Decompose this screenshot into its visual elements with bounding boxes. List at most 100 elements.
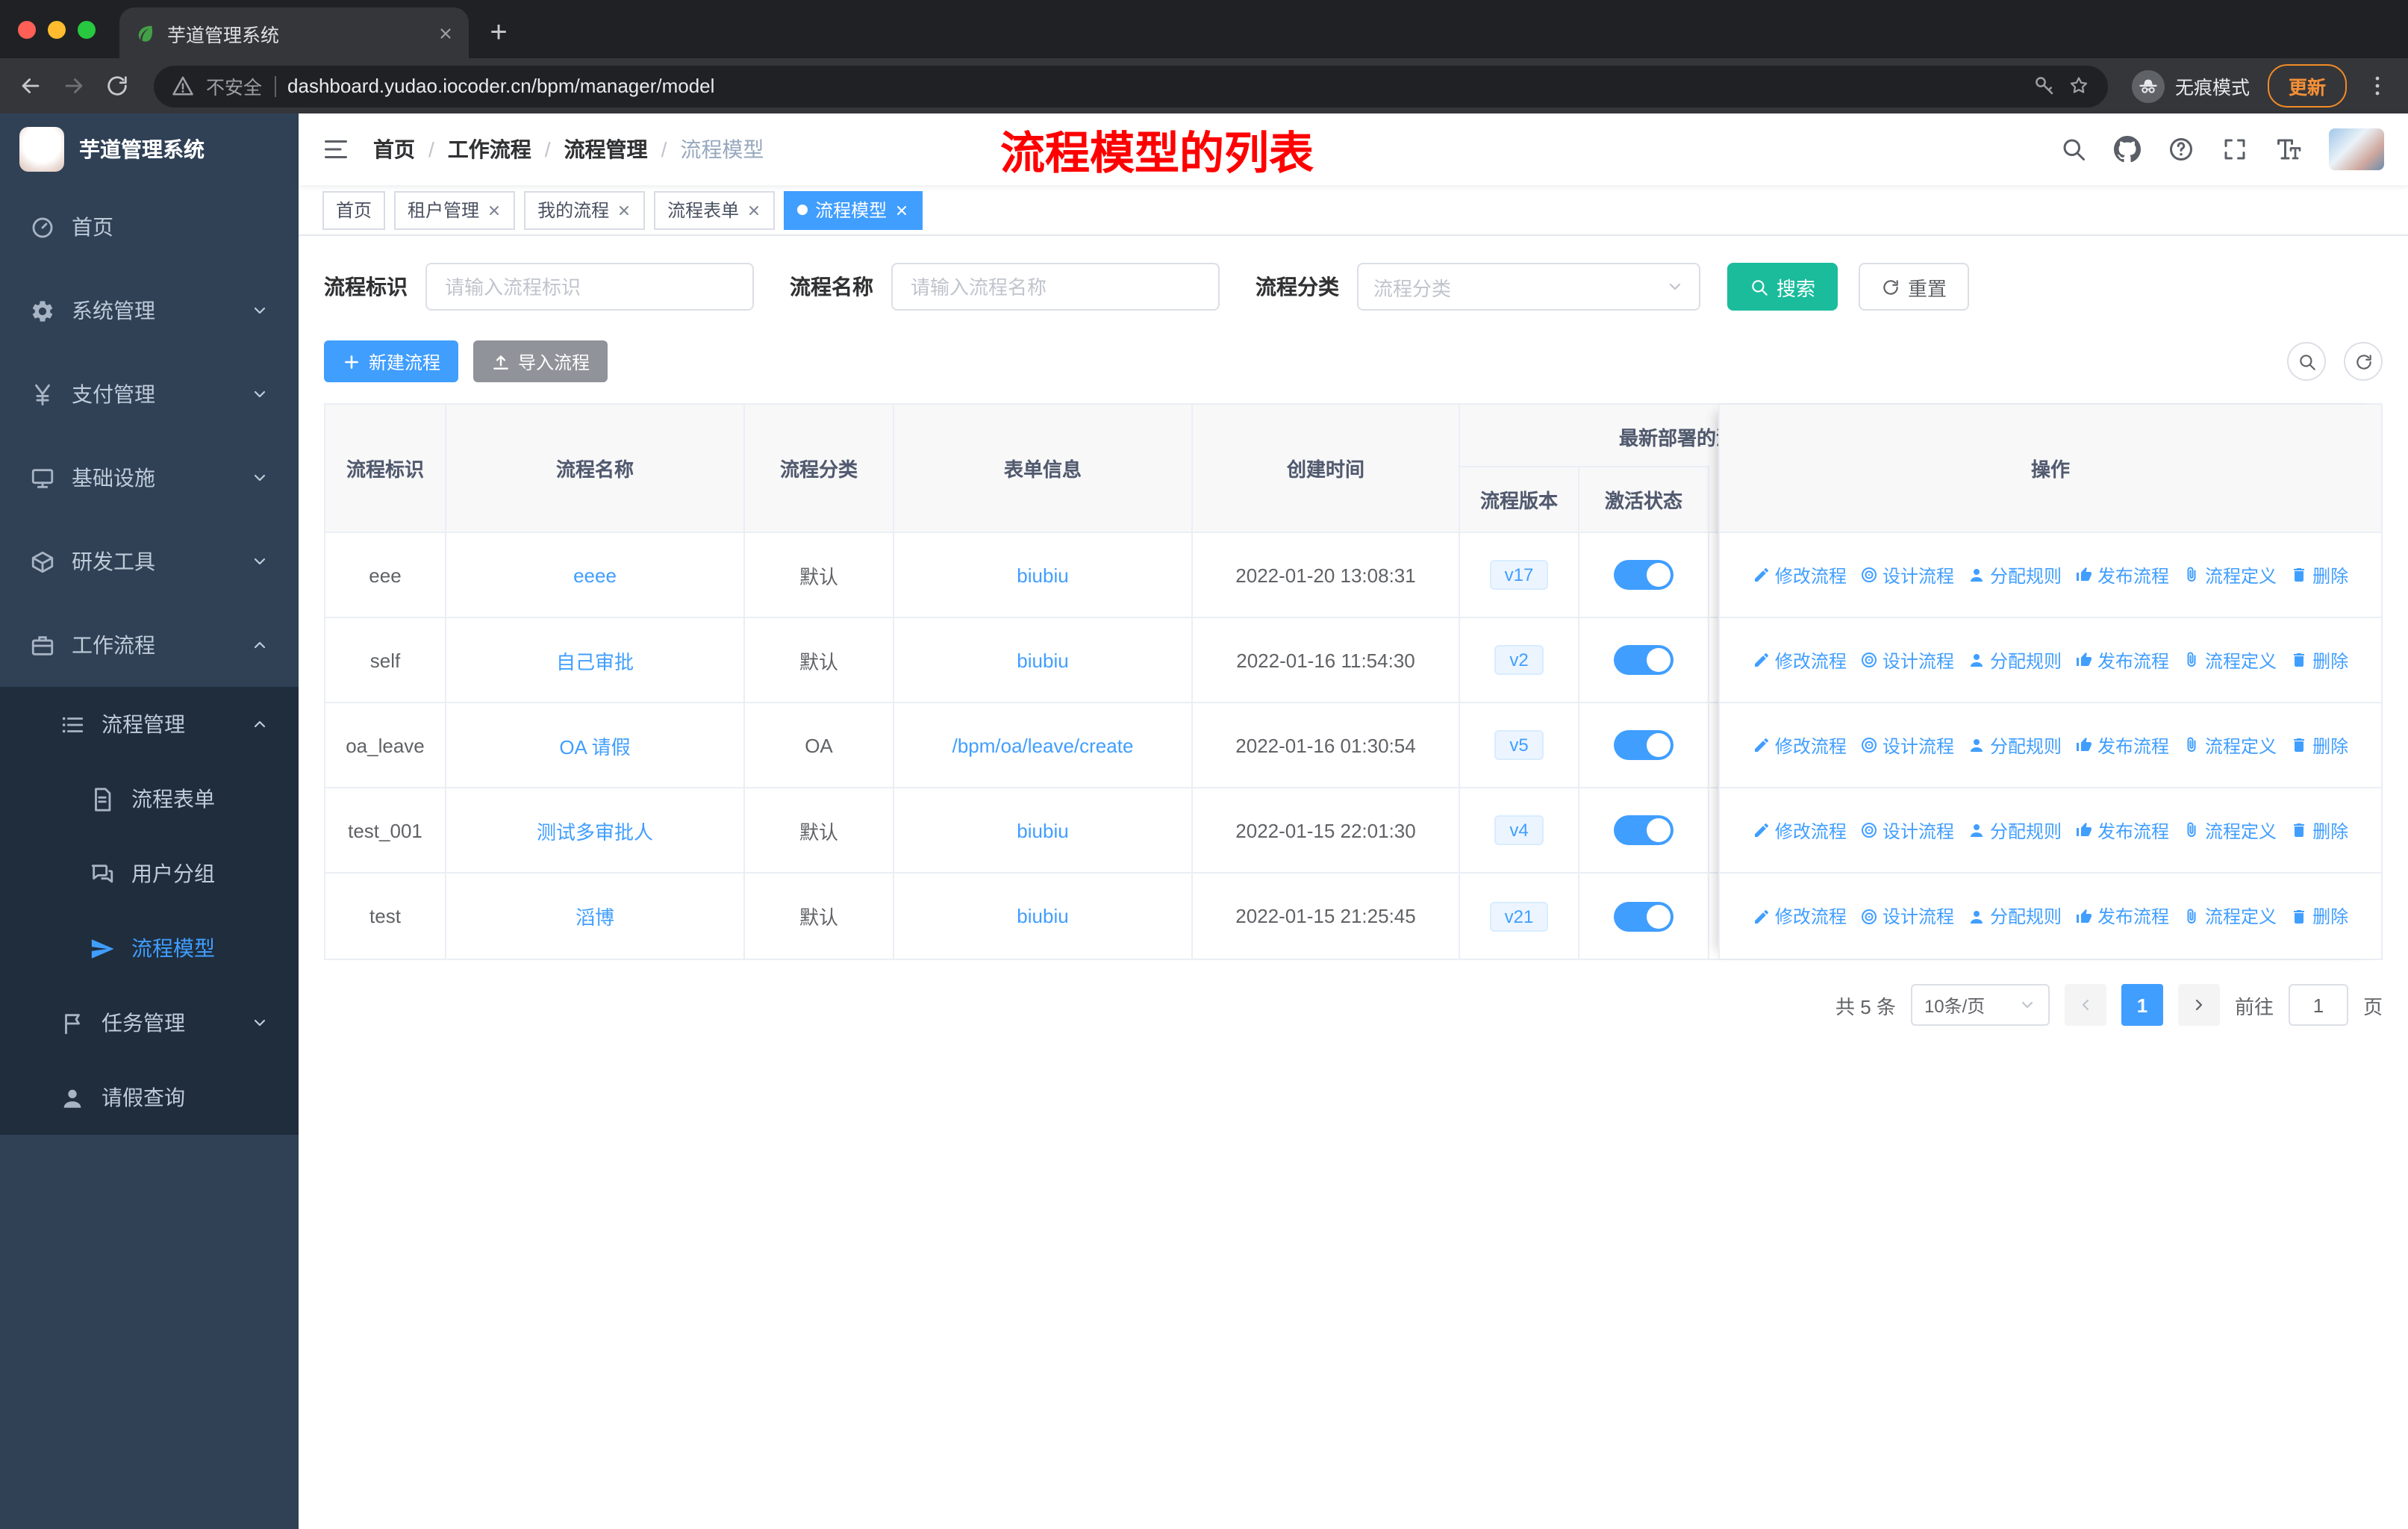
publish-process-link[interactable]: 发布流程 (2075, 732, 2169, 758)
window-close-button[interactable] (18, 21, 36, 39)
search-button[interactable]: 搜索 (1727, 263, 1838, 311)
sidebar-item-payment[interactable]: 支付管理 (0, 352, 299, 436)
active-status-toggle[interactable] (1614, 730, 1674, 760)
tag-my-process[interactable]: 我的流程 (524, 190, 646, 229)
new-tab-button[interactable]: + (478, 10, 520, 55)
form-info-link[interactable]: biubiu (1017, 564, 1068, 586)
assign-rule-link[interactable]: 分配规则 (1968, 818, 2062, 843)
process-definition-link[interactable]: 流程定义 (2183, 903, 2277, 929)
publish-process-link[interactable]: 发布流程 (2075, 647, 2169, 673)
tag-tenant-mgmt[interactable]: 租户管理 (394, 190, 516, 229)
goto-page-input[interactable] (2288, 984, 2348, 1026)
sidebar-collapse-icon[interactable] (322, 136, 349, 163)
process-key-input[interactable] (425, 263, 754, 311)
prev-page-button[interactable] (2064, 984, 2106, 1026)
user-avatar[interactable] (2329, 128, 2384, 170)
current-page-button[interactable]: 1 (2121, 984, 2163, 1026)
form-info-link[interactable]: biubiu (1017, 649, 1068, 671)
publish-process-link[interactable]: 发布流程 (2075, 562, 2169, 588)
publish-process-link[interactable]: 发布流程 (2075, 903, 2169, 929)
process-definition-link[interactable]: 流程定义 (2183, 732, 2277, 758)
fullscreen-icon[interactable] (2221, 136, 2248, 163)
tag-home[interactable]: 首页 (322, 190, 386, 229)
assign-rule-link[interactable]: 分配规则 (1968, 903, 2062, 929)
breadcrumb-workflow[interactable]: 工作流程 (448, 134, 531, 164)
delete-process-link[interactable]: 删除 (2290, 562, 2348, 588)
github-icon[interactable] (2114, 136, 2141, 163)
design-process-link[interactable]: 设计流程 (1860, 732, 1954, 758)
modify-process-link[interactable]: 修改流程 (1753, 903, 1847, 929)
process-name-link[interactable]: 测试多审批人 (537, 816, 653, 844)
assign-rule-link[interactable]: 分配规则 (1968, 562, 2062, 588)
design-process-link[interactable]: 设计流程 (1860, 647, 1954, 673)
breadcrumb-home[interactable]: 首页 (373, 134, 415, 164)
sidebar-item-system[interactable]: 系统管理 (0, 269, 299, 352)
tag-close-icon[interactable] (487, 202, 502, 217)
modify-process-link[interactable]: 修改流程 (1753, 732, 1847, 758)
page-size-select[interactable]: 10条/页 (1910, 984, 2050, 1026)
modify-process-link[interactable]: 修改流程 (1753, 818, 1847, 843)
address-bar[interactable]: 不安全 dashboard.yudao.iocoder.cn/bpm/manag… (154, 65, 2108, 107)
window-minimize-button[interactable] (48, 21, 66, 39)
help-icon[interactable] (2168, 136, 2195, 163)
window-zoom-button[interactable] (78, 21, 96, 39)
active-status-toggle[interactable] (1614, 560, 1674, 590)
design-process-link[interactable]: 设计流程 (1860, 818, 1954, 843)
tag-close-icon[interactable] (617, 202, 631, 217)
next-page-button[interactable] (2177, 984, 2220, 1026)
assign-rule-link[interactable]: 分配规则 (1968, 732, 2062, 758)
active-status-toggle[interactable] (1614, 901, 1674, 931)
sidebar-item-process-model[interactable]: 流程模型 (0, 911, 299, 985)
sidebar-item-process-form[interactable]: 流程表单 (0, 762, 299, 836)
modify-process-link[interactable]: 修改流程 (1753, 562, 1847, 588)
design-process-link[interactable]: 设计流程 (1860, 562, 1954, 588)
process-name-link[interactable]: 自己审批 (556, 646, 634, 674)
forward-button[interactable] (61, 73, 87, 99)
back-button[interactable] (18, 73, 43, 99)
process-name-link[interactable]: OA 请假 (559, 731, 630, 759)
category-select[interactable]: 流程分类 (1357, 263, 1700, 311)
process-name-link[interactable]: 滔博 (576, 902, 614, 930)
sidebar-item-process-mgmt[interactable]: 流程管理 (0, 687, 299, 762)
tab-close-icon[interactable] (437, 25, 454, 41)
sidebar-item-workflow[interactable]: 工作流程 (0, 603, 299, 687)
refresh-table-button[interactable] (2344, 342, 2383, 381)
active-status-toggle[interactable] (1614, 815, 1674, 845)
tag-close-icon[interactable] (894, 202, 909, 217)
delete-process-link[interactable]: 删除 (2290, 647, 2348, 673)
sidebar-item-infrastructure[interactable]: 基础设施 (0, 436, 299, 520)
toggle-search-button[interactable] (2287, 342, 2326, 381)
browser-update-button[interactable]: 更新 (2267, 64, 2347, 108)
tag-close-icon[interactable] (746, 202, 761, 217)
bookmark-star-icon[interactable] (2068, 75, 2090, 97)
tag-process-model[interactable]: 流程模型 (784, 190, 923, 229)
sidebar-logo[interactable]: 芋道管理系统 (0, 113, 299, 185)
reset-button[interactable]: 重置 (1859, 263, 1970, 311)
sidebar-item-task-mgmt[interactable]: 任务管理 (0, 985, 299, 1060)
form-info-link[interactable]: biubiu (1017, 905, 1068, 927)
modify-process-link[interactable]: 修改流程 (1753, 647, 1847, 673)
breadcrumb-process-mgmt[interactable]: 流程管理 (564, 134, 648, 164)
form-info-link[interactable]: /bpm/oa/leave/create (952, 734, 1134, 756)
active-status-toggle[interactable] (1614, 645, 1674, 675)
create-process-button[interactable]: 新建流程 (324, 340, 459, 382)
delete-process-link[interactable]: 删除 (2290, 732, 2348, 758)
process-name-input[interactable] (891, 263, 1220, 311)
sidebar-item-leave-query[interactable]: 请假查询 (0, 1060, 299, 1135)
form-info-link[interactable]: biubiu (1017, 819, 1068, 841)
sidebar-item-home[interactable]: 首页 (0, 185, 299, 269)
process-definition-link[interactable]: 流程定义 (2183, 562, 2277, 588)
browser-tab[interactable]: 芋道管理系统 (119, 7, 469, 58)
process-definition-link[interactable]: 流程定义 (2183, 818, 2277, 843)
browser-menu-icon[interactable] (2365, 73, 2390, 99)
process-name-link[interactable]: eeee (573, 564, 617, 586)
assign-rule-link[interactable]: 分配规则 (1968, 647, 2062, 673)
delete-process-link[interactable]: 删除 (2290, 903, 2348, 929)
search-icon[interactable] (2060, 136, 2087, 163)
publish-process-link[interactable]: 发布流程 (2075, 818, 2169, 843)
design-process-link[interactable]: 设计流程 (1860, 903, 1954, 929)
process-definition-link[interactable]: 流程定义 (2183, 647, 2277, 673)
reload-button[interactable] (105, 73, 130, 99)
import-process-button[interactable]: 导入流程 (473, 340, 608, 382)
sidebar-item-user-group[interactable]: 用户分组 (0, 836, 299, 911)
